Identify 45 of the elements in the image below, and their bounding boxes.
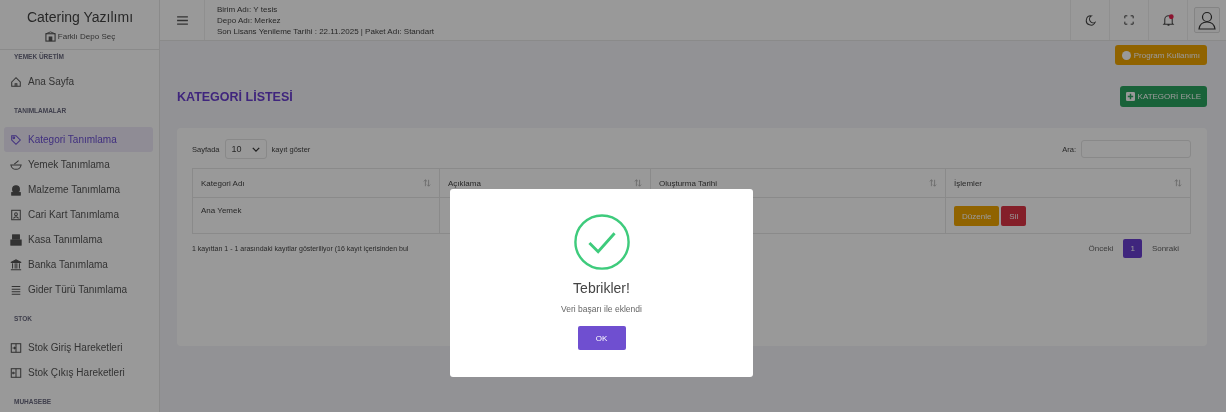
sidebar-menu-item[interactable]: Banka Tanımlama: [4, 252, 153, 277]
sidebar-menu-item[interactable]: Gider Türü Tanımlama: [4, 277, 153, 302]
header-info-text: Depo Adı: Merkez: [217, 15, 282, 25]
delete-button[interactable]: Sil: [1001, 206, 1027, 226]
dialog-message: Veri başarı ile eklendi: [561, 304, 642, 314]
header-info-text: Birim Adı: Y tesis: [217, 4, 279, 14]
ok-button[interactable]: OK: [577, 326, 626, 350]
header-info-text: Son Lisans Yenileme Tarihi : 22.11.2025 | Paket Adı: Standart: [217, 26, 436, 36]
table-cell: Ana Yemek: [201, 206, 242, 215]
home-icon: [10, 75, 22, 88]
pagination-link[interactable]: Sonraki: [1147, 241, 1183, 256]
in-icon: [10, 341, 22, 354]
building-icon: [44, 31, 56, 42]
sidebar-menu-item[interactable]: Malzeme Tanımlama: [4, 177, 153, 202]
tag-icon: [10, 133, 22, 146]
depot-select-link[interactable]: Farklı Depo Seç: [44, 31, 116, 42]
register-icon: [10, 233, 22, 246]
page-length-select[interactable]: 10: [224, 139, 267, 159]
app-title: Catering Yazılımı: [25, 9, 135, 25]
pagination-link[interactable]: Önceki: [1084, 241, 1118, 256]
sidebar-menu-item[interactable]: Kategori Tanımlama: [4, 127, 153, 152]
sidebar-menu-item[interactable]: Yemek Tanımlama: [4, 152, 153, 177]
sidebar-menu-item[interactable]: Stok Giriş Hareketleri: [4, 335, 153, 360]
bowl-icon: [10, 158, 22, 171]
card-icon: [10, 208, 22, 221]
plus-icon: [1125, 92, 1135, 101]
sort-icon: [634, 179, 642, 187]
sort-icon: [423, 179, 431, 187]
list-icon: [10, 283, 22, 296]
sidebar-menu-item[interactable]: Cari Kart Tanımlama: [4, 202, 153, 227]
bank-icon: [10, 258, 22, 271]
sort-icon: [929, 179, 937, 187]
column-header[interactable]: İşlemler: [945, 168, 1191, 198]
dialog-title: Tebrikler!: [573, 280, 630, 296]
sort-icon: [1174, 179, 1182, 187]
sidebar-menu-item[interactable]: Stok Çıkış Hareketleri: [4, 360, 153, 385]
add-category-button[interactable]: KATEGORİ EKLE: [1119, 86, 1207, 107]
out-icon: [10, 366, 22, 379]
success-check-icon: [572, 213, 631, 271]
sidebar-menu-item[interactable]: Kasa Tanımlama: [4, 227, 153, 252]
column-header[interactable]: Kategori Adı: [192, 168, 440, 198]
pagination-link[interactable]: 1: [1123, 239, 1142, 258]
sidebar-menu-item[interactable]: Ana Sayfa: [4, 69, 153, 94]
chevron-down-icon: [251, 146, 260, 152]
page-title: KATEGORİ LİSTESİ: [177, 89, 293, 104]
